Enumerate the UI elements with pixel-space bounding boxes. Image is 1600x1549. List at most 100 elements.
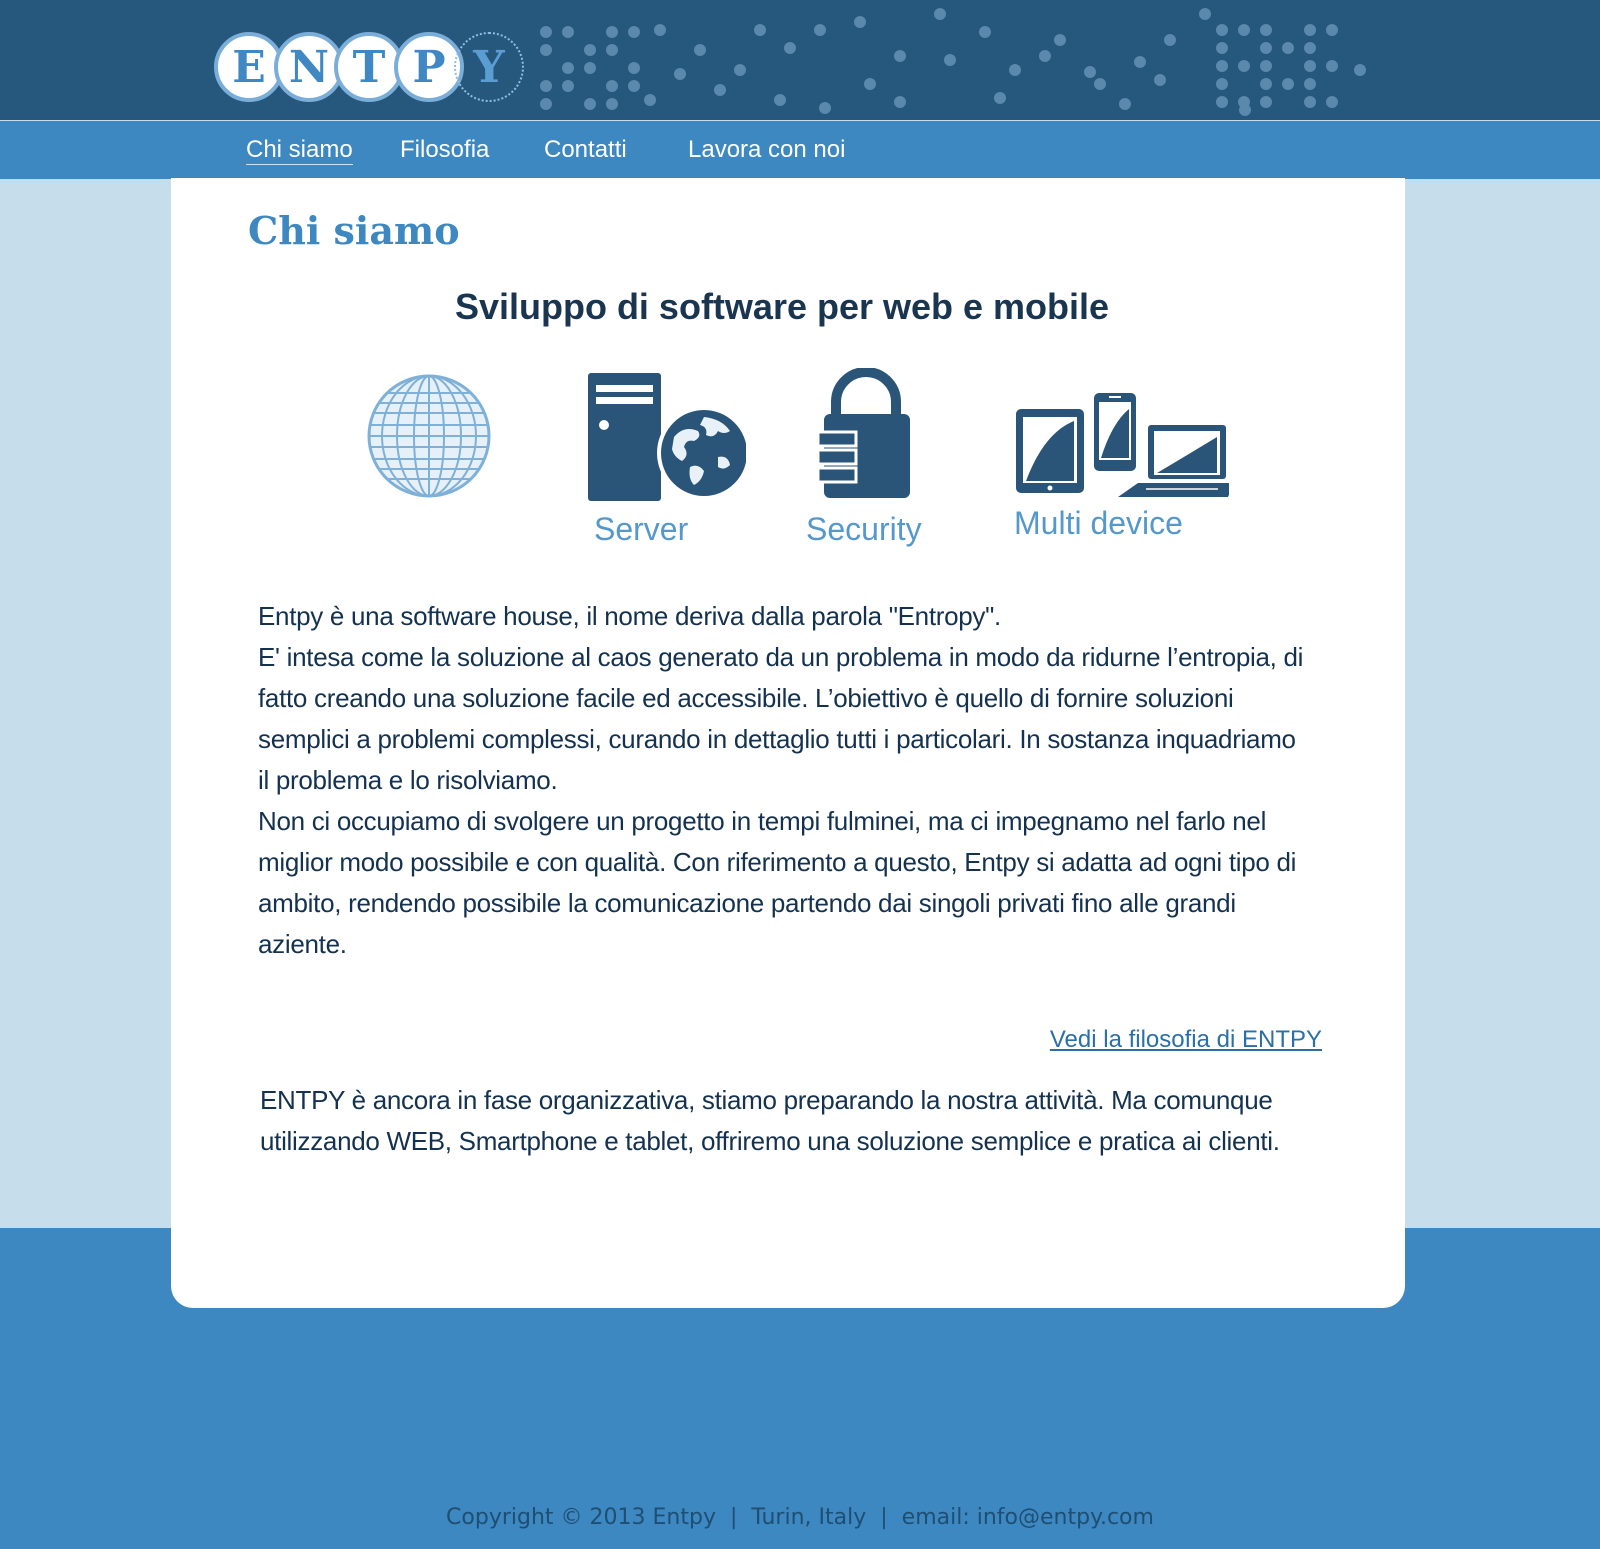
header-dot [654, 24, 666, 36]
nav-lavora-con-noi[interactable]: Lavora con noi [688, 136, 845, 164]
header-dot [894, 50, 906, 62]
header-dot [944, 54, 956, 66]
header-dot [864, 78, 876, 90]
header-dot [584, 62, 596, 74]
header-dot [1260, 60, 1272, 72]
header-dot [1238, 60, 1250, 72]
header-dot [1304, 78, 1316, 90]
header-dot [540, 98, 552, 110]
header-dot [819, 102, 831, 114]
header-dot [979, 26, 991, 38]
server-icon [588, 373, 746, 501]
header-dot [994, 92, 1006, 104]
feature-security-label: Security [806, 511, 922, 547]
site-header: E N T P Y [0, 0, 1600, 120]
header-dot [774, 94, 786, 106]
footer-separator: | [880, 1505, 888, 1530]
header-dot [714, 84, 726, 96]
footer: Copyright © 2013 Entpy | Turin, Italy | emai… [0, 1505, 1600, 1530]
nav-chi-siamo[interactable]: Chi siamo [246, 136, 353, 165]
header-dot [1304, 42, 1316, 54]
header-dot [644, 94, 656, 106]
header-dot [606, 80, 618, 92]
header-dot [1239, 104, 1251, 116]
nav-contatti[interactable]: Contatti [544, 136, 627, 164]
feature-web [366, 373, 492, 504]
intro-paragraph-1: Entpy è una software house, il nome deri… [258, 601, 1001, 631]
header-dot [1119, 98, 1131, 110]
header-dot [628, 26, 640, 38]
globe-icon [367, 374, 491, 498]
philosophy-link[interactable]: Vedi la filosofia di ENTPY [1050, 1026, 1322, 1054]
header-dot [1039, 50, 1051, 62]
feature-security: Security [806, 368, 956, 568]
header-dot [1164, 34, 1176, 46]
header-dot [628, 80, 640, 92]
intro-paragraph-3: Non ci occupiamo di svolgere un progetto… [258, 806, 1297, 959]
padlock-icon [816, 368, 910, 498]
header-dot [584, 98, 596, 110]
footer-email[interactable]: email: info@entpy.com [902, 1505, 1154, 1530]
header-dot [562, 26, 574, 38]
header-dot [1260, 42, 1272, 54]
header-dot [1354, 64, 1366, 76]
feature-server: Server [586, 373, 746, 573]
header-dot [1009, 64, 1021, 76]
header-dot [540, 44, 552, 56]
header-dot [694, 44, 706, 56]
intro-paragraph-2: E' intesa come la soluzione al caos gene… [258, 642, 1304, 795]
header-dot [1282, 42, 1294, 54]
header-dot [1326, 96, 1338, 108]
footer-copyright: Copyright © 2013 Entpy [446, 1505, 716, 1530]
header-dot [1304, 60, 1316, 72]
footer-location: Turin, Italy [751, 1505, 867, 1530]
header-dot [1094, 78, 1106, 90]
header-dot [894, 96, 906, 108]
header-dot [1238, 24, 1250, 36]
entpy-logo[interactable]: E N T P Y [214, 30, 534, 110]
header-dot [674, 68, 686, 80]
header-dot [540, 80, 552, 92]
page-title: Chi siamo [248, 208, 460, 253]
header-dot [1216, 78, 1228, 90]
header-dot [854, 16, 866, 28]
header-dot [1199, 8, 1211, 20]
header-dot [562, 80, 574, 92]
header-dot [754, 24, 766, 36]
header-dot [1134, 56, 1146, 68]
main-nav: Chi siamo Filosofia Contatti Lavora con … [0, 121, 1600, 179]
header-dot [784, 42, 796, 54]
header-dot [934, 8, 946, 20]
header-dot [1216, 60, 1228, 72]
feature-multi-device-label: Multi device [1014, 505, 1183, 541]
content-card: Chi siamo Sviluppo di software per web e… [171, 178, 1405, 1308]
header-dot [584, 44, 596, 56]
header-dot [606, 26, 618, 38]
header-dot [606, 98, 618, 110]
header-dot [1326, 60, 1338, 72]
header-dot [1282, 78, 1294, 90]
feature-multi-device: Multi device [1014, 393, 1234, 573]
status-text: ENTPY è ancora in fase organizzativa, st… [260, 1085, 1280, 1156]
devices-icon [1016, 393, 1229, 497]
header-dot [1216, 24, 1228, 36]
header-dot [1154, 74, 1166, 86]
header-dot [1326, 24, 1338, 36]
header-dot [562, 62, 574, 74]
header-dot [628, 62, 640, 74]
nav-filosofia[interactable]: Filosofia [400, 136, 489, 164]
logo-letter-y: Y [454, 32, 524, 102]
header-dot [1260, 96, 1272, 108]
header-dot [540, 26, 552, 38]
footer-separator: | [729, 1505, 738, 1530]
feature-server-label: Server [594, 511, 689, 547]
header-dot [1216, 96, 1228, 108]
header-dot [1304, 96, 1316, 108]
header-dot [1216, 42, 1228, 54]
header-dot [1260, 78, 1272, 90]
header-dot [1304, 24, 1316, 36]
header-dot [1054, 34, 1066, 46]
page-subtitle: Sviluppo di software per web e mobile [454, 286, 1110, 327]
header-dot [1260, 24, 1272, 36]
intro-text: Entpy è una software house, il nome deri… [258, 596, 1308, 965]
